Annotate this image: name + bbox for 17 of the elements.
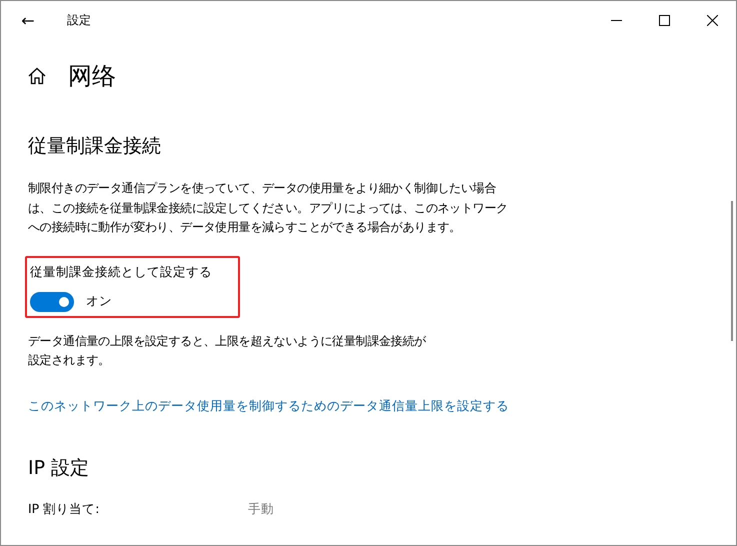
description-text: 制限付きのデータ通信プランを使っていて、データの使用量をより細かく制御したい場合は、この接続を従量制課金接続に設定してください。アプリによっては、このネットワークへの接続時に動作が変わり、データ使用量を減らすことができる場合があります。 — [28, 180, 509, 236]
page-title: 网络 — [68, 61, 116, 92]
note-text: データ通信量の上限を設定すると、上限を超えないように従量制課金接続が設定されます。 — [28, 332, 427, 369]
section-heading: 従量制課金接続 — [28, 134, 162, 159]
data-limit-link[interactable]: このネットワーク上のデータ使用量を制御するためのデータ通信量上限を設定する — [28, 398, 736, 414]
toggle-switch[interactable] — [30, 292, 74, 312]
home-icon[interactable] — [28, 67, 46, 85]
close-icon — [706, 14, 718, 26]
window-title: 設定 — [67, 12, 92, 28]
back-button[interactable]: ← — [1, 1, 55, 39]
toggle-state-text: オン — [86, 293, 112, 310]
setting-label: IP 割り当て: — [28, 500, 100, 518]
setting-value: 手動 — [248, 500, 274, 518]
scrollbar-thumb[interactable] — [731, 201, 733, 341]
toggle-label: 従量制課金接続として設定する — [30, 264, 213, 280]
maximize-icon — [658, 14, 670, 26]
section-heading: IP 設定 — [28, 456, 90, 480]
